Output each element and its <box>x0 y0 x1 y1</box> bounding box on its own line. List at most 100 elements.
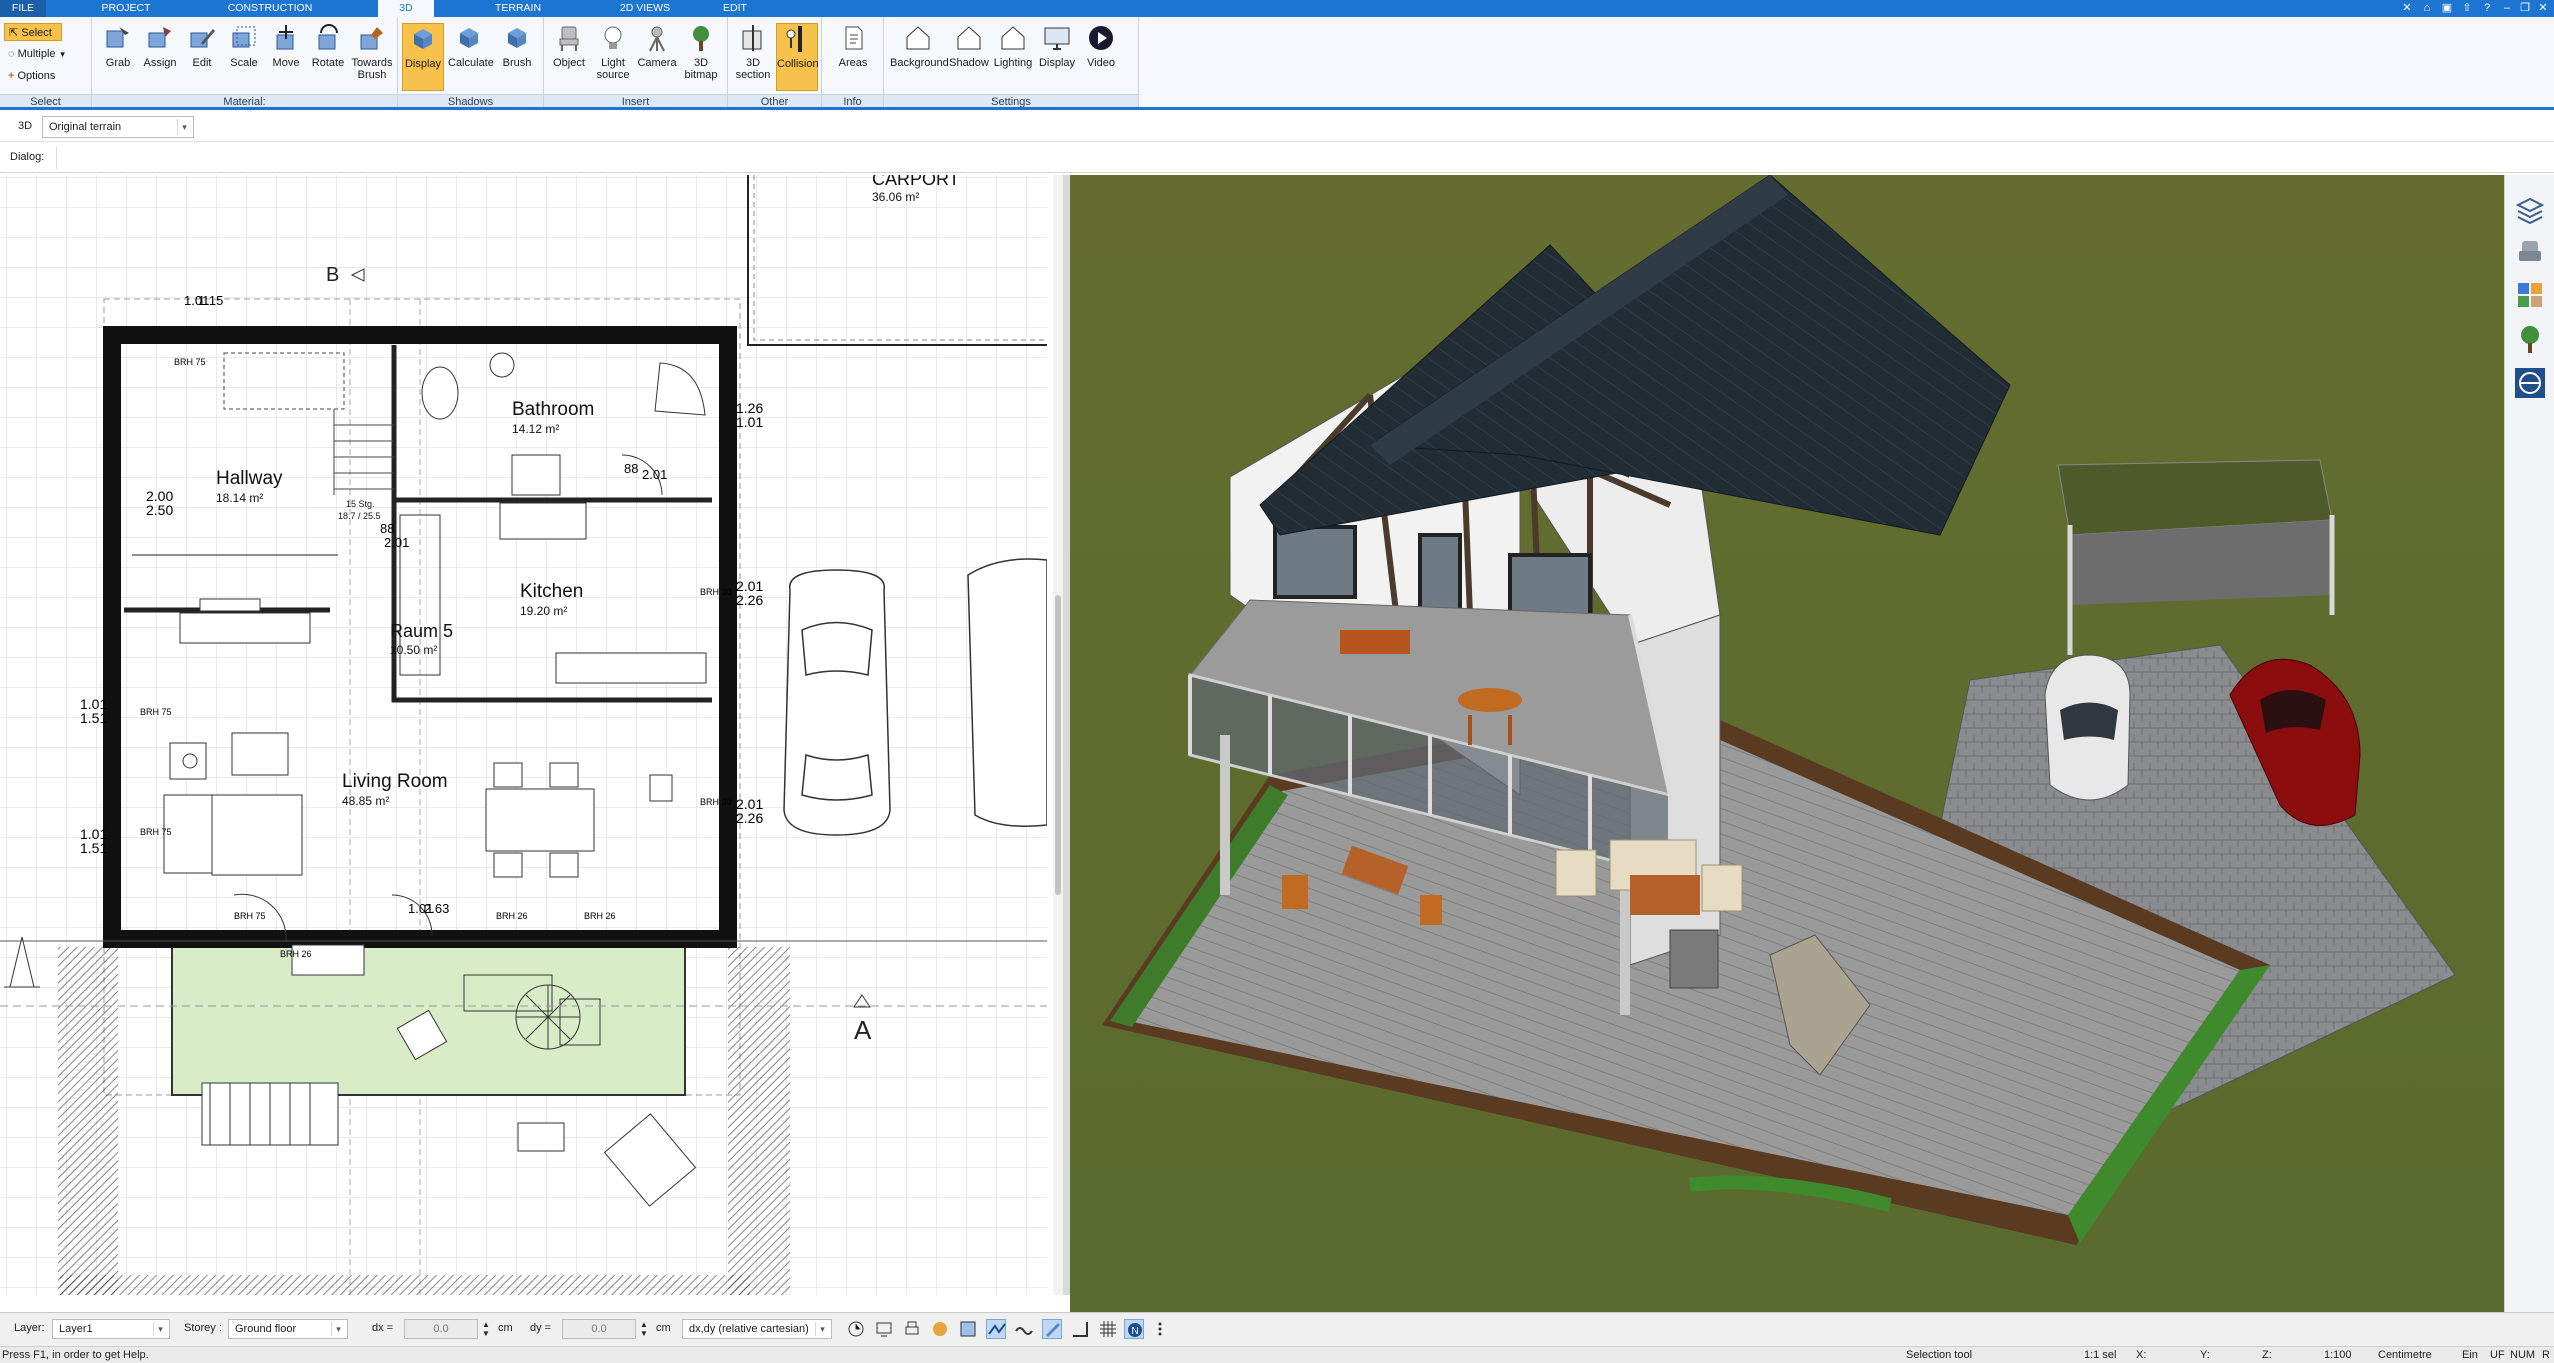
layer-select[interactable]: Layer1 ▾ <box>52 1319 170 1339</box>
3d-scene[interactable] <box>1070 175 2504 1312</box>
dim-label: 2.50 <box>146 502 173 518</box>
areas-button[interactable]: Areas <box>832 23 874 91</box>
lighting-button[interactable]: Lighting <box>992 23 1034 91</box>
terrain-select[interactable]: Original terrain ▾ <box>42 116 194 138</box>
status-x: X: <box>2136 1349 2147 1361</box>
edit-material-icon <box>190 29 215 48</box>
edit-material-button[interactable]: Edit <box>181 23 223 91</box>
floor-plan-view[interactable]: B A Bathroom 14.12 m² Hallway 18.14 m² K… <box>0 175 1047 1295</box>
shadow-settings-button[interactable]: Shadow <box>948 23 990 91</box>
minimize-icon[interactable]: – <box>2500 1 2514 15</box>
screen-icon[interactable] <box>874 1319 894 1339</box>
plants-icon[interactable] <box>2514 323 2546 355</box>
towards-brush-button[interactable]: Towards Brush <box>349 23 395 91</box>
grid-icon[interactable] <box>1098 1319 1118 1339</box>
floor-plan-drawing[interactable]: B A Bathroom 14.12 m² Hallway 18.14 m² K… <box>0 175 1047 1295</box>
home-icon[interactable]: ⌂ <box>2420 1 2434 15</box>
move-material-button[interactable]: Move <box>265 23 307 91</box>
background-button[interactable]: Background <box>890 23 949 91</box>
scale-button[interactable]: Scale <box>223 23 265 91</box>
multiple-dropdown[interactable]: ◌ Multiple ▼ <box>4 45 90 63</box>
room-area-bathroom: 14.12 m² <box>512 422 559 436</box>
status-uf: UF <box>2490 1349 2505 1361</box>
menu-tab-bar: FILE PROJECT CONSTRUCTION 3D TERRAIN 2D … <box>0 0 2554 18</box>
ortho-icon[interactable] <box>1070 1319 1090 1339</box>
tools-icon[interactable]: ✕ <box>2400 1 2414 15</box>
room-name-kitchen[interactable]: Kitchen <box>520 581 583 602</box>
dim-label: 1.51 <box>80 840 107 856</box>
tab-terrain[interactable]: TERRAIN <box>490 0 546 17</box>
room-name-raum-5[interactable]: Raum 5 <box>390 621 453 641</box>
stepper-icon[interactable]: ▲ ▼ <box>482 1320 490 1338</box>
grab-material-icon <box>106 27 129 48</box>
assign-button[interactable]: Assign <box>139 23 181 91</box>
options-button[interactable]: + Options <box>4 67 84 85</box>
scrollbar-thumb[interactable] <box>1055 595 1061 895</box>
stair-dims: 18.7 / 25.5 <box>338 511 381 521</box>
video-button[interactable]: Video <box>1080 23 1122 91</box>
room-name-hallway[interactable]: Hallway <box>216 468 283 489</box>
dim-label: 2.01 <box>642 467 667 482</box>
clock-icon[interactable] <box>846 1319 866 1339</box>
snap-icon[interactable] <box>1042 1319 1062 1339</box>
shadows-calculate-button[interactable]: Calculate <box>448 23 494 91</box>
insert-light-source-button[interactable]: Light source <box>592 23 634 91</box>
tab-construction[interactable]: CONSTRUCTION <box>222 0 318 17</box>
tab-2d-views[interactable]: 2D VIEWS <box>612 0 678 17</box>
shadow-brush-icon <box>508 28 526 48</box>
collision-icon <box>786 26 802 52</box>
assign-material-icon <box>148 27 171 48</box>
more-icon[interactable] <box>1150 1319 1170 1339</box>
close-icon[interactable]: ✕ <box>2536 1 2550 15</box>
3d-view[interactable] <box>1070 175 2504 1312</box>
insert-3d-bitmap-button[interactable]: 3D bitmap <box>680 23 722 91</box>
dx-input[interactable]: 0.0 <box>404 1319 478 1339</box>
palette-icon[interactable] <box>930 1319 950 1339</box>
svg-text:N: N <box>1132 1326 1139 1337</box>
room-name-bathroom[interactable]: Bathroom <box>512 399 594 420</box>
tab-project[interactable]: PROJECT <box>96 0 156 17</box>
room-name-living-room[interactable]: Living Room <box>342 771 448 792</box>
insert-object-button[interactable]: Object <box>548 23 590 91</box>
navigation-icon[interactable] <box>2514 367 2546 399</box>
shadows-display-button[interactable]: Display <box>402 23 444 91</box>
collision-button[interactable]: Collision <box>776 23 819 91</box>
brh-label: BRH 75 <box>234 911 266 921</box>
wave-icon[interactable] <box>1014 1319 1034 1339</box>
grab-button[interactable]: Grab <box>97 23 139 91</box>
3d-section-button[interactable]: 3D section <box>732 23 774 91</box>
carport-name[interactable]: CARPORT <box>872 175 960 189</box>
print-icon[interactable] <box>902 1319 922 1339</box>
dy-input[interactable]: 0.0 <box>562 1319 636 1339</box>
room-area-kitchen: 19.20 m² <box>520 604 567 618</box>
help-icon[interactable]: ? <box>2480 1 2494 15</box>
arrow-up-icon[interactable]: ⇧ <box>2460 1 2474 15</box>
layers-icon[interactable] <box>2514 193 2546 225</box>
dim-label: 2.63 <box>424 901 449 916</box>
status-r: R <box>2542 1349 2550 1361</box>
north-icon[interactable]: N <box>1124 1319 1144 1339</box>
stepper-icon[interactable]: ▲ ▼ <box>640 1320 648 1338</box>
plan-vertical-scrollbar[interactable] <box>1053 175 1063 1295</box>
tab-3d[interactable]: 3D <box>378 0 434 18</box>
brh-label: BRH 26 <box>496 911 528 921</box>
display-settings-button[interactable]: Display <box>1036 23 1078 91</box>
armchair-icon[interactable] <box>2514 235 2546 267</box>
window-icon[interactable]: ▣ <box>2440 1 2454 15</box>
rotate-material-button[interactable]: Rotate <box>307 23 349 91</box>
insert-camera-button[interactable]: Camera <box>636 23 678 91</box>
tab-file[interactable]: FILE <box>0 0 46 17</box>
restore-icon[interactable]: ❐ <box>2518 1 2532 15</box>
brh-label: BRH 75 <box>174 357 206 367</box>
chair-icon <box>559 26 579 51</box>
render-icon[interactable] <box>958 1319 978 1339</box>
materials-icon[interactable] <box>2514 279 2546 311</box>
tab-edit[interactable]: EDIT <box>714 0 756 17</box>
side-toolbar <box>2504 175 2554 1312</box>
coordinate-mode-select[interactable]: dx,dy (relative cartesian) ▾ <box>682 1319 832 1339</box>
select-button[interactable]: ⇱ Select <box>4 23 62 41</box>
storey-select[interactable]: Ground floor ▾ <box>228 1319 348 1339</box>
terrain-line-icon[interactable] <box>986 1319 1006 1339</box>
shadows-brush-button[interactable]: Brush <box>496 23 538 91</box>
view-splitter[interactable] <box>1063 175 1070 1295</box>
